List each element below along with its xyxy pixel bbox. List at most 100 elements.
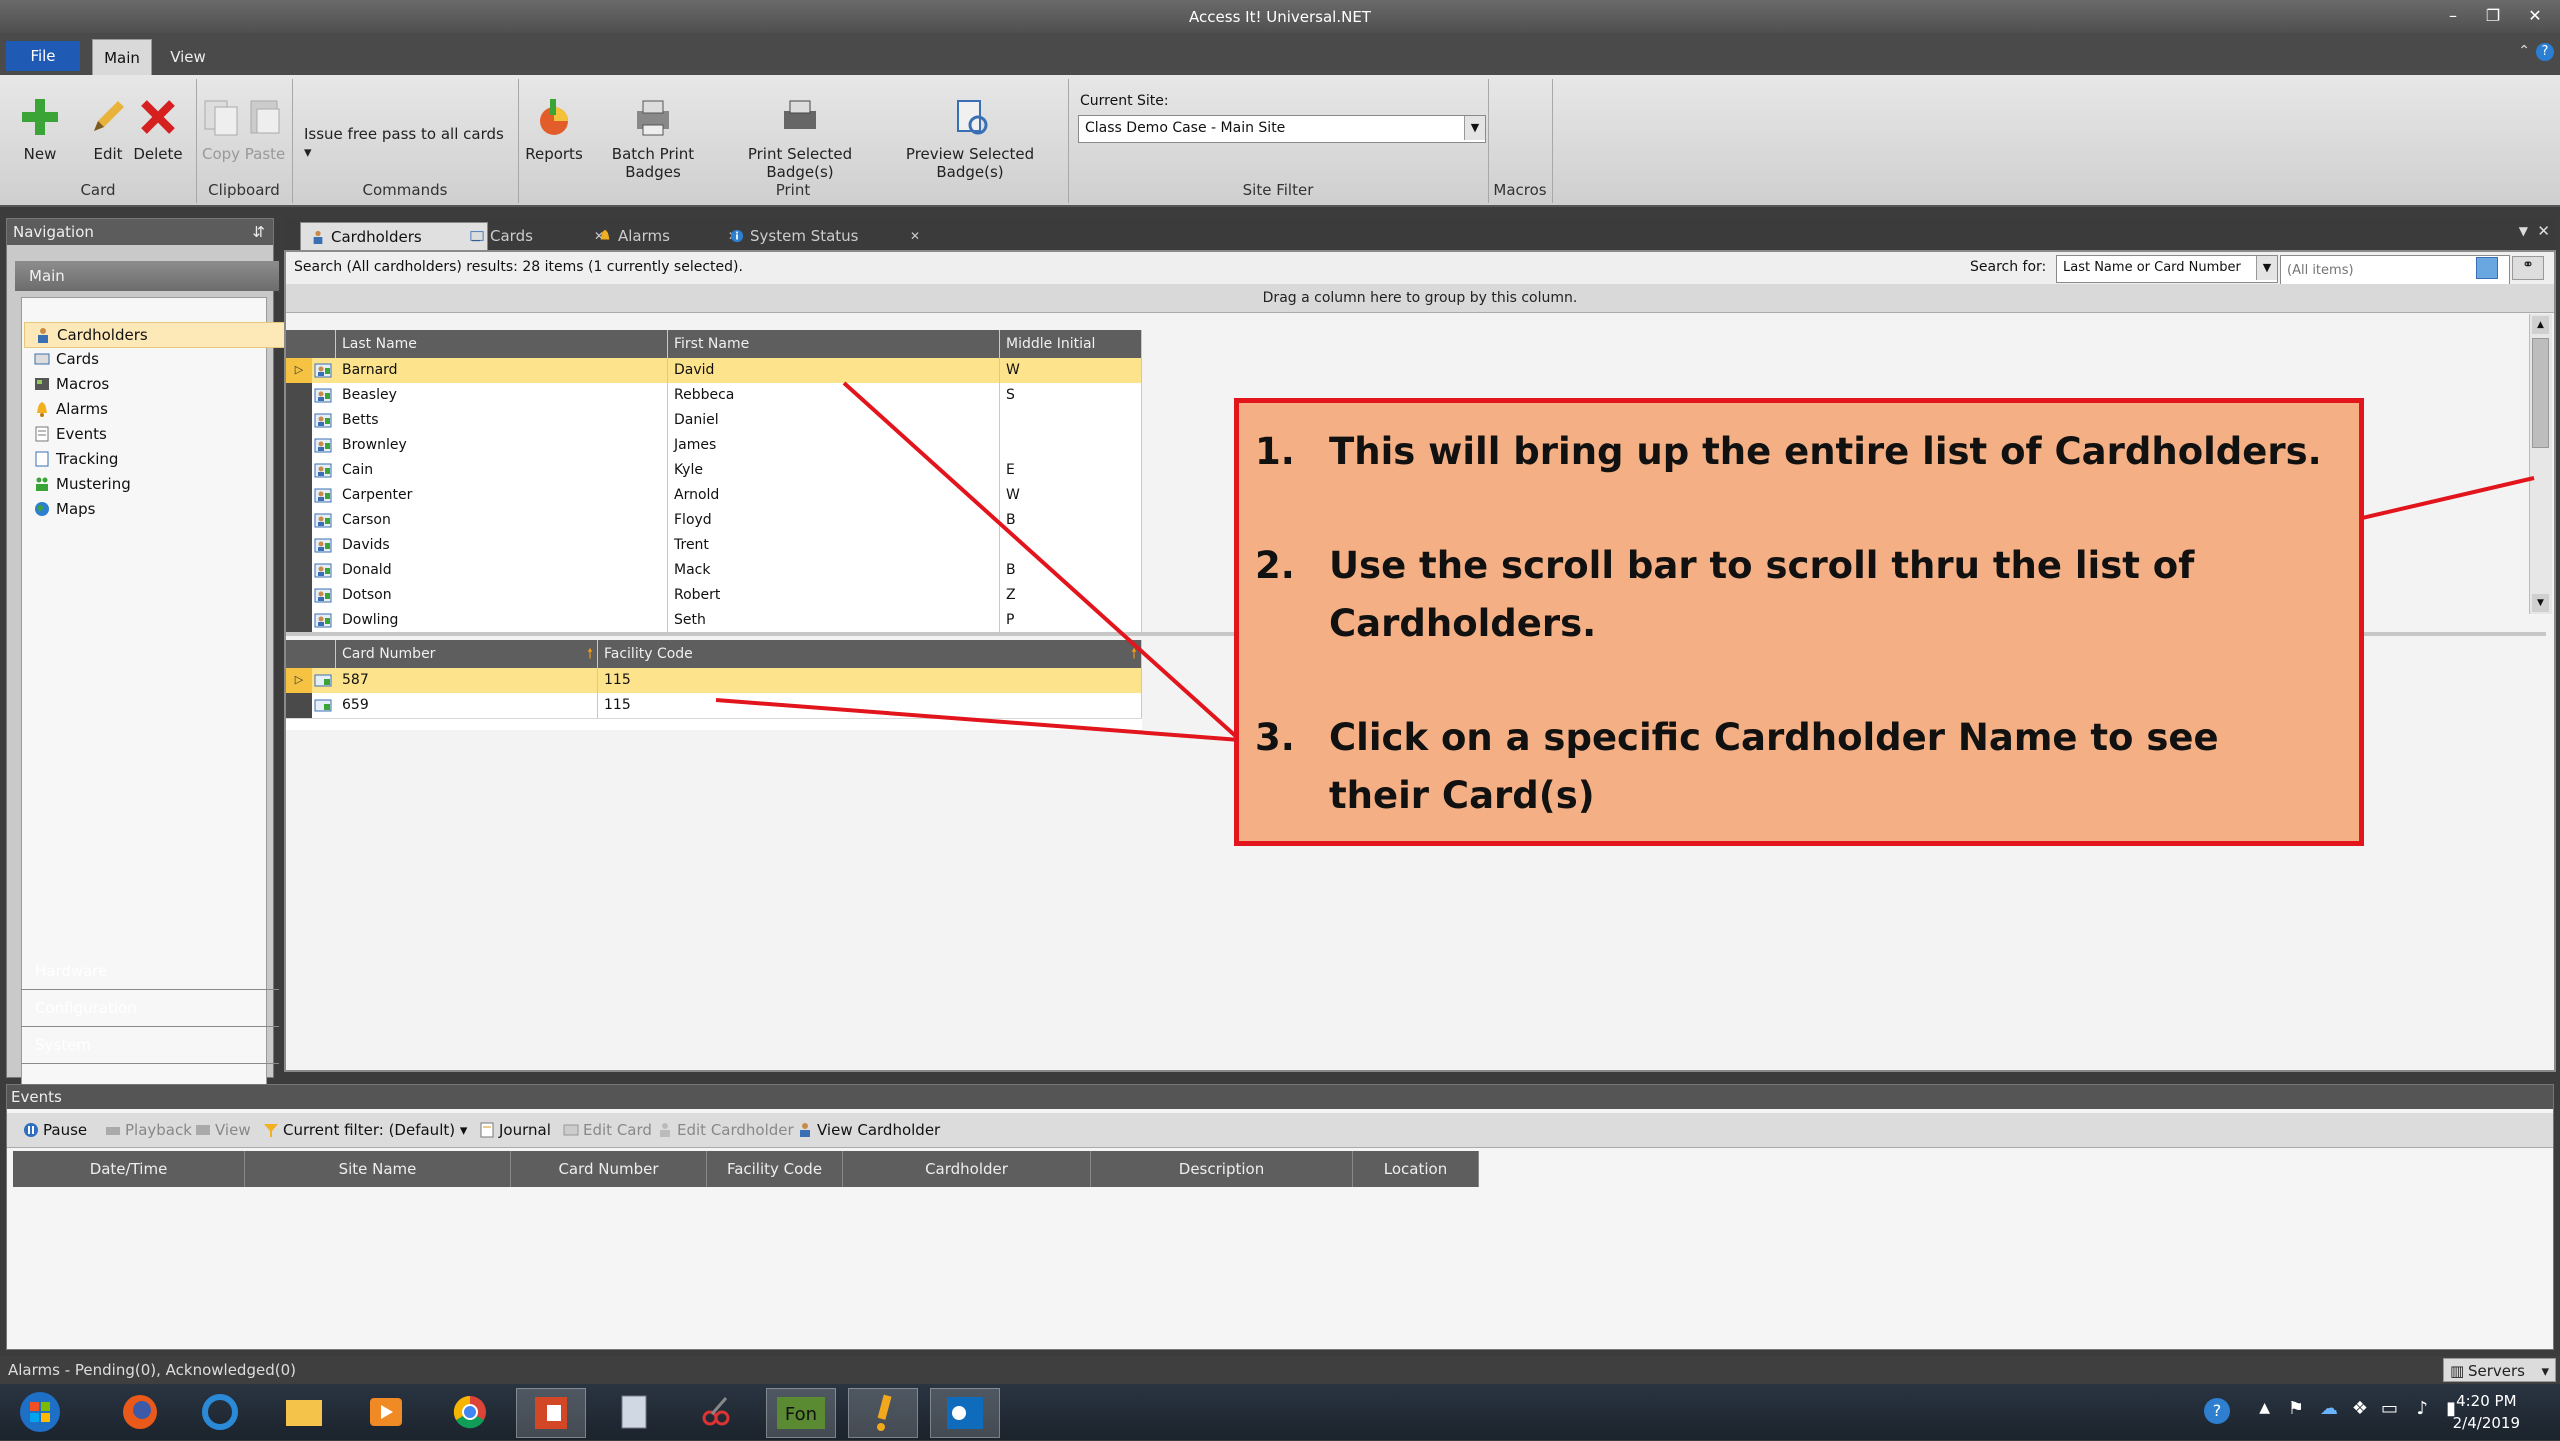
tab-list-dropdown-icon[interactable]: ▼ xyxy=(2519,224,2528,238)
nav-item-maps[interactable]: Maps xyxy=(24,497,294,521)
journal-button[interactable]: Journal xyxy=(477,1119,551,1141)
nav-section-hardware[interactable]: Hardware xyxy=(21,953,279,990)
current-filter-dropdown[interactable]: Current filter: (Default) ▾ xyxy=(261,1119,467,1141)
nav-item-tracking[interactable]: Tracking xyxy=(24,447,294,471)
cell-middle-initial[interactable]: P xyxy=(1000,608,1142,633)
row-selector[interactable] xyxy=(286,383,312,408)
cell-first-name[interactable]: James xyxy=(668,433,1000,458)
cell-middle-initial[interactable]: E xyxy=(1000,458,1142,483)
search-icon[interactable] xyxy=(2476,257,2498,279)
taskbar-clock[interactable]: 4:20 PM 2/4/2019 xyxy=(2453,1390,2520,1434)
row-selector[interactable] xyxy=(286,558,312,583)
powerpoint-taskbar-icon[interactable] xyxy=(516,1388,586,1438)
close-tab-icon[interactable]: ✕ xyxy=(910,222,920,250)
column-facility-code[interactable]: Facility Code xyxy=(707,1151,843,1187)
nav-item-cards[interactable]: Cards xyxy=(24,347,294,371)
row-selector[interactable] xyxy=(286,608,312,633)
outlook-taskbar-icon[interactable] xyxy=(930,1388,1000,1438)
pause-button[interactable]: Pause xyxy=(21,1119,87,1141)
column-middle-initial[interactable]: Middle Initial xyxy=(1000,330,1142,358)
help-icon[interactable]: ? xyxy=(2536,43,2554,61)
print-selected-badges-button[interactable]: Print Selected Badge(s) xyxy=(720,95,880,181)
nav-item-events[interactable]: Events xyxy=(24,422,294,446)
onedrive-icon[interactable]: ☁ xyxy=(2320,1398,2338,1419)
minimize-button[interactable]: – xyxy=(2438,5,2468,27)
table-row[interactable]: ▷ Barnard David W xyxy=(286,358,1142,384)
table-row[interactable]: Brownley James xyxy=(286,433,1142,459)
table-row[interactable]: Donald Mack B xyxy=(286,558,1142,584)
issue-free-pass-button[interactable]: Issue free pass to all cards ▾ xyxy=(304,125,514,161)
network-icon[interactable]: ▭ xyxy=(2381,1398,2398,1419)
vertical-scrollbar[interactable]: ▲ ▼ xyxy=(2529,314,2552,614)
column-first-name[interactable]: First Name xyxy=(668,330,1000,358)
cell-first-name[interactable]: David xyxy=(668,358,1000,383)
calculator-taskbar-icon[interactable] xyxy=(600,1388,668,1436)
nav-item-macros[interactable]: Macros xyxy=(24,372,294,396)
cell-last-name[interactable]: Betts xyxy=(336,408,668,433)
snipping-tool-taskbar-icon[interactable] xyxy=(682,1388,750,1436)
access-it-taskbar-icon[interactable] xyxy=(848,1388,918,1438)
cell-first-name[interactable]: Mack xyxy=(668,558,1000,583)
firefox-taskbar-icon[interactable] xyxy=(106,1388,174,1436)
batch-print-badges-button[interactable]: Batch Print Badges xyxy=(588,95,718,181)
cell-last-name[interactable]: Dotson xyxy=(336,583,668,608)
start-button[interactable] xyxy=(6,1388,74,1436)
table-row[interactable]: Dowling Seth P xyxy=(286,608,1142,634)
table-row[interactable]: Beasley Rebbeca S xyxy=(286,383,1142,409)
file-explorer-taskbar-icon[interactable] xyxy=(270,1388,338,1436)
cell-first-name[interactable]: Seth xyxy=(668,608,1000,633)
cell-card-number[interactable]: 659 xyxy=(336,693,598,718)
reports-button[interactable]: Reports xyxy=(524,95,584,163)
pin-icon[interactable]: ⇵ xyxy=(252,219,265,245)
cell-last-name[interactable]: Cain xyxy=(336,458,668,483)
copy-button[interactable]: Copy xyxy=(198,95,244,163)
table-row[interactable]: Carpenter Arnold W xyxy=(286,483,1142,509)
scroll-down-icon[interactable]: ▼ xyxy=(2532,594,2549,612)
new-button[interactable]: New xyxy=(10,95,70,163)
tab-main[interactable]: Main xyxy=(92,39,152,76)
close-document-icon[interactable]: ✕ xyxy=(2537,222,2550,240)
dropdown-arrow-icon[interactable]: ▼ xyxy=(2256,256,2277,280)
column-description[interactable]: Description xyxy=(1091,1151,1353,1187)
cell-middle-initial[interactable]: Z xyxy=(1000,583,1142,608)
cell-last-name[interactable]: Dowling xyxy=(336,608,668,633)
column-card-number[interactable]: Card Number xyxy=(511,1151,707,1187)
dropbox-icon[interactable]: ❖ xyxy=(2352,1398,2368,1419)
group-by-hint[interactable]: Drag a column here to group by this colu… xyxy=(286,284,2554,313)
nav-section-system[interactable]: System xyxy=(21,1027,279,1064)
internet-explorer-taskbar-icon[interactable] xyxy=(186,1388,254,1436)
cell-middle-initial[interactable]: B xyxy=(1000,558,1142,583)
servers-button[interactable]: ▥ Servers ▾ xyxy=(2442,1358,2556,1382)
row-selector[interactable] xyxy=(286,458,312,483)
nav-item-cardholders[interactable]: Cardholders xyxy=(24,322,296,348)
preview-selected-badges-button[interactable]: Preview Selected Badge(s) xyxy=(880,95,1060,181)
tab-system-status[interactable]: System Status ✕ xyxy=(720,222,926,250)
cell-middle-initial[interactable] xyxy=(1000,533,1142,558)
scroll-thumb[interactable] xyxy=(2532,338,2549,448)
row-selector[interactable] xyxy=(286,583,312,608)
cell-first-name[interactable]: Rebbeca xyxy=(668,383,1000,408)
navigation-section-main[interactable]: Main xyxy=(15,261,279,291)
playback-button[interactable]: Playback xyxy=(103,1119,192,1141)
dropdown-arrow-icon[interactable]: ▼ xyxy=(1464,116,1485,140)
cell-last-name[interactable]: Carpenter xyxy=(336,483,668,508)
search-field-select[interactable]: Last Name or Card Number ▼ xyxy=(2056,255,2278,283)
tab-file[interactable]: File xyxy=(6,41,80,71)
close-button[interactable]: ✕ xyxy=(2520,5,2550,27)
row-selector[interactable]: ▷ xyxy=(286,668,312,693)
column-last-name[interactable]: Last Name xyxy=(336,330,668,358)
row-selector[interactable] xyxy=(286,693,312,718)
cell-last-name[interactable]: Davids xyxy=(336,533,668,558)
cell-first-name[interactable]: Robert xyxy=(668,583,1000,608)
nav-section-configuration[interactable]: Configuration xyxy=(21,990,279,1027)
help-tray-icon[interactable]: ? xyxy=(2204,1398,2230,1424)
paste-button[interactable]: Paste xyxy=(242,95,288,163)
current-site-select[interactable]: Class Demo Case - Main Site ▼ xyxy=(1078,115,1486,143)
binoculars-icon[interactable]: ⚭ xyxy=(2512,256,2544,280)
cell-middle-initial[interactable]: B xyxy=(1000,508,1142,533)
column-location[interactable]: Location xyxy=(1353,1151,1479,1187)
row-selector[interactable] xyxy=(286,508,312,533)
tab-view[interactable]: View xyxy=(160,39,216,75)
cell-first-name[interactable]: Arnold xyxy=(668,483,1000,508)
nav-item-alarms[interactable]: Alarms xyxy=(24,397,294,421)
